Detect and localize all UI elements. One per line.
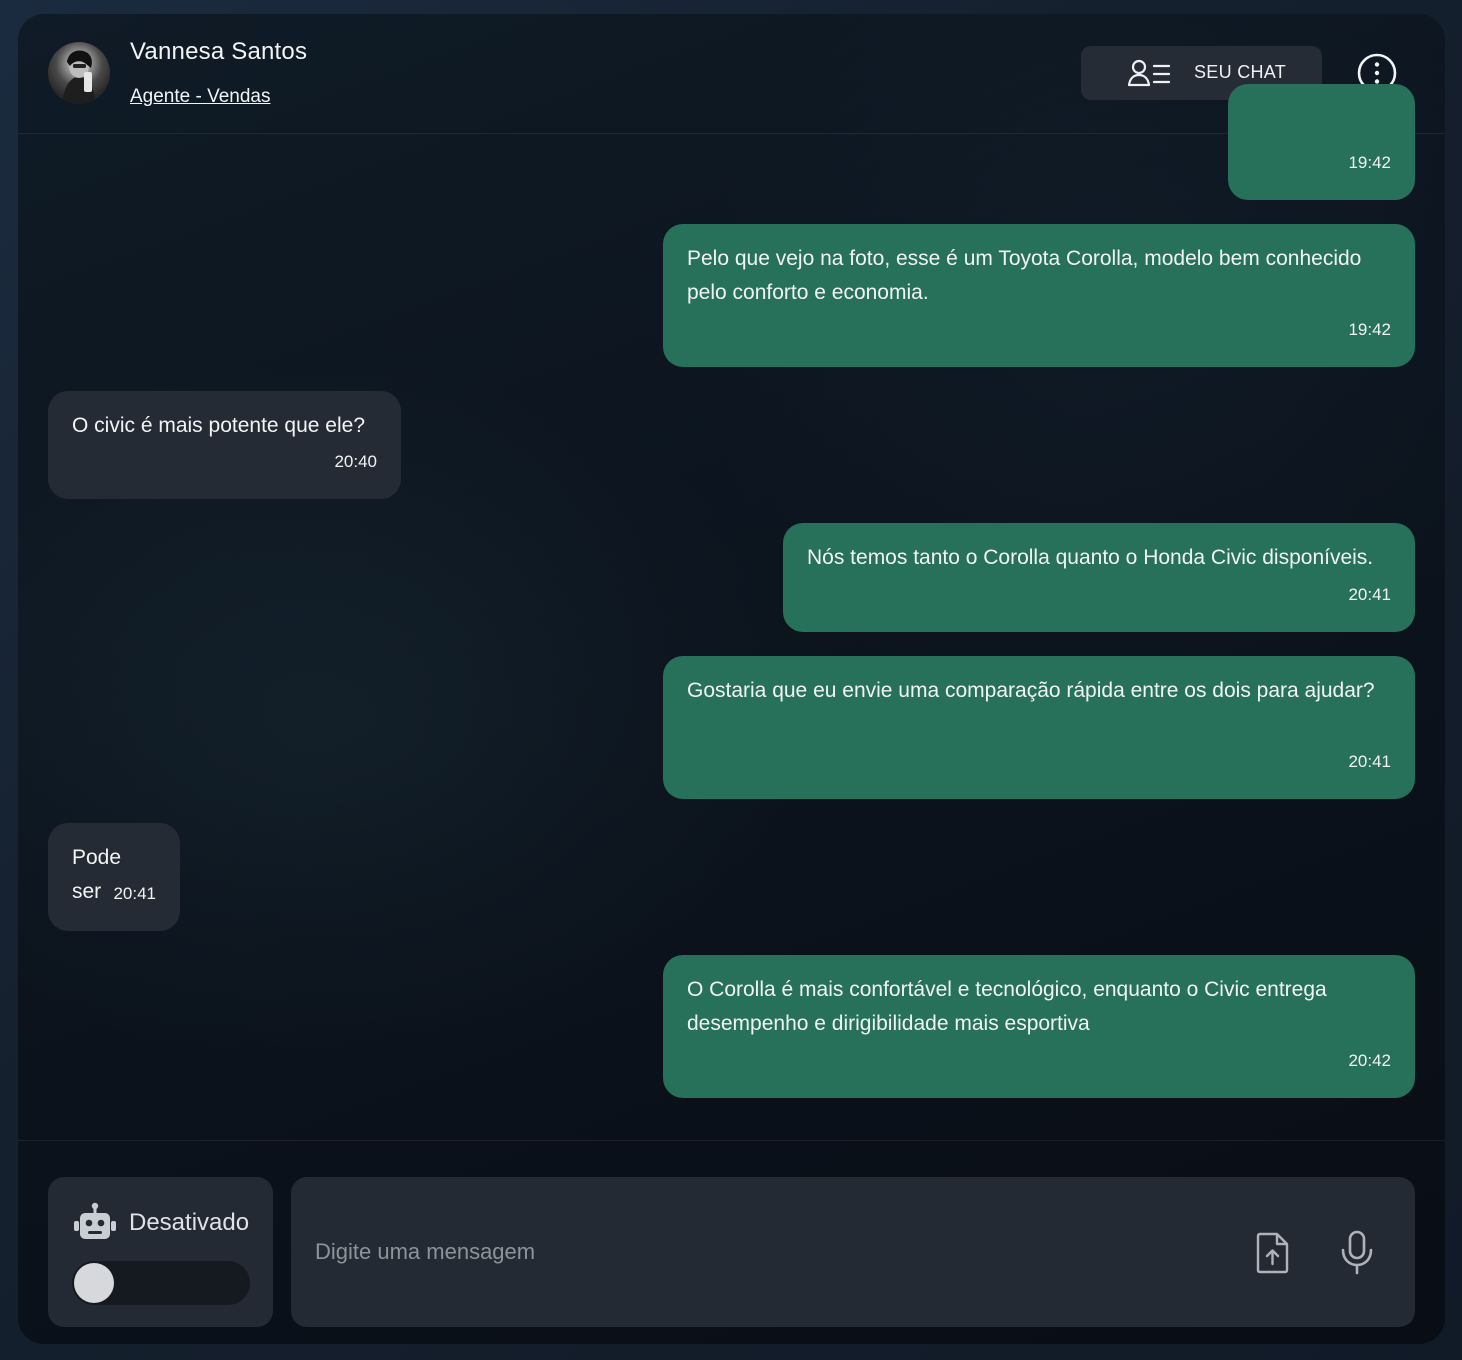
avatar[interactable] — [48, 42, 110, 104]
bot-status-label: Desativado — [129, 1209, 250, 1236]
app-background: Vannesa Santos Agente - Vendas SEU CHAT — [0, 0, 1462, 1360]
message-time: 20:42 — [1348, 1051, 1391, 1070]
message-time: 20:41 — [113, 884, 156, 903]
message-bubble-outgoing: Nós temos tanto o Corolla quanto o Honda… — [783, 523, 1415, 632]
message-bubble-incoming: Pode ser 20:41 — [48, 823, 180, 931]
message-text: Gostaria que eu envie uma comparação ráp… — [687, 679, 1375, 702]
message-bubble-outgoing: 19:42 — [1228, 84, 1415, 200]
message-bubble-outgoing: Gostaria que eu envie uma comparação ráp… — [663, 656, 1415, 799]
message-input[interactable] — [315, 1225, 1215, 1279]
message-text: O Corolla é mais confortável e tecnológi… — [687, 978, 1327, 1035]
message-text: Pelo que vejo na foto, esse é um Toyota … — [687, 247, 1362, 304]
message-time: 20:41 — [1348, 585, 1391, 604]
chat-panel: Vannesa Santos Agente - Vendas SEU CHAT — [18, 14, 1445, 1344]
upload-file-button[interactable] — [1253, 1232, 1291, 1279]
message-bubble-outgoing: O Corolla é mais confortável e tecnológi… — [663, 955, 1415, 1098]
message-time: 19:42 — [1348, 153, 1391, 172]
microphone-icon — [1341, 1230, 1373, 1275]
robot-icon — [72, 1201, 118, 1252]
agent-role-link[interactable]: Agente - Vendas — [130, 86, 271, 108]
message-time: 20:40 — [334, 452, 377, 471]
message-composer — [291, 1177, 1415, 1327]
avatar-image — [62, 50, 96, 104]
footer-divider — [18, 1140, 1445, 1141]
user-list-icon — [1127, 59, 1171, 92]
bot-control: Desativado — [48, 1177, 273, 1327]
file-upload-icon — [1256, 1232, 1289, 1274]
message-bubble-outgoing: Pelo que vejo na foto, esse é um Toyota … — [663, 224, 1415, 367]
message-text: O civic é mais potente que ele? — [72, 414, 365, 437]
message-time: 19:42 — [1348, 320, 1391, 339]
agent-name: Vannesa Santos — [130, 38, 308, 65]
seu-chat-label: SEU CHAT — [1194, 62, 1287, 82]
toggle-knob — [74, 1263, 114, 1303]
bot-toggle-switch[interactable] — [72, 1261, 250, 1305]
message-bubble-incoming: O civic é mais potente que ele? 20:40 — [48, 391, 401, 499]
message-text: Nós temos tanto o Corolla quanto o Honda… — [807, 546, 1374, 569]
message-time: 20:41 — [1348, 752, 1391, 771]
microphone-button[interactable] — [1339, 1230, 1375, 1281]
